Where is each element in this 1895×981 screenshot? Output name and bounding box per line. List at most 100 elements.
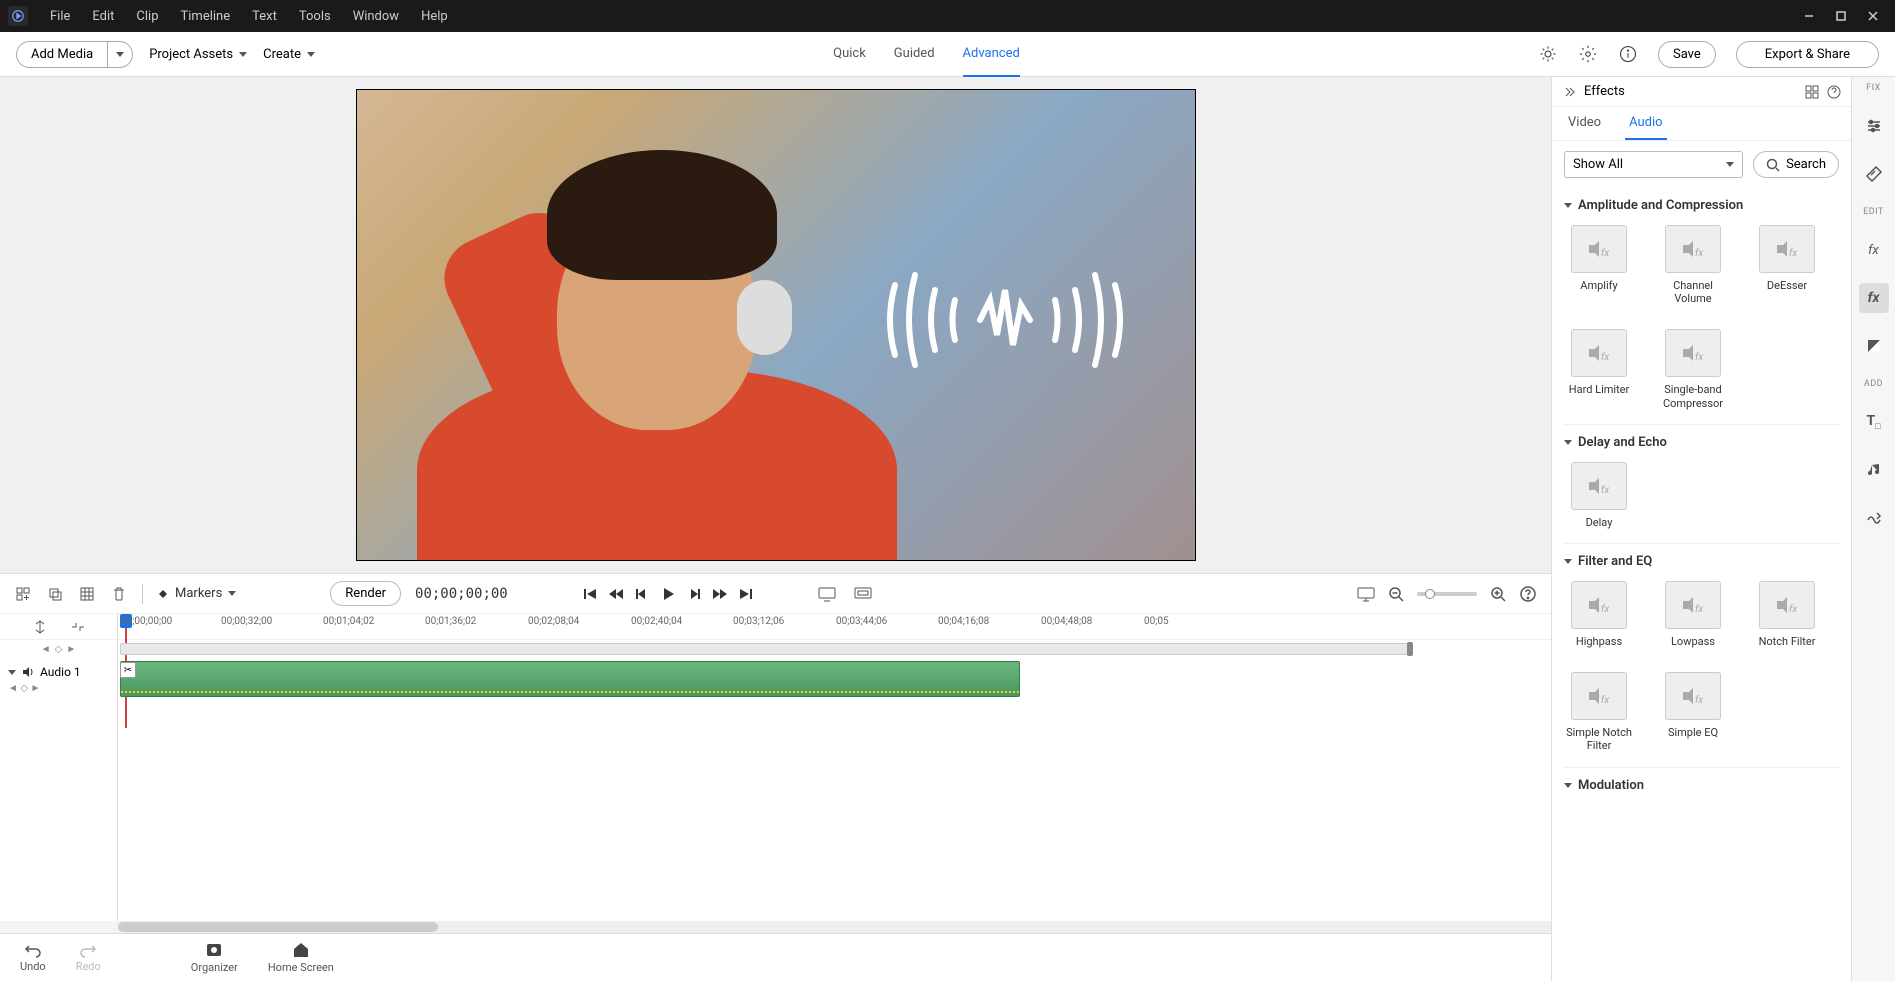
effect-item[interactable]: fxNotch Filter [1752,581,1822,648]
close-button[interactable] [1859,5,1887,27]
track-header-audio1[interactable]: Audio 1 ◄ ◇ ► [0,659,118,921]
render-button[interactable]: Render [330,581,401,606]
track-content-audio1[interactable]: ✂ [118,659,1551,921]
menu-window[interactable]: Window [343,5,409,28]
copy-icon[interactable] [46,585,64,603]
safe-margins-icon[interactable] [854,585,872,603]
effects-tab-video[interactable]: Video [1564,107,1605,140]
rail-tools-icon[interactable] [1859,159,1889,189]
step-back-icon[interactable] [634,586,650,602]
tab-quick[interactable]: Quick [833,32,866,77]
rail-section-edit: EDIT [1863,207,1884,217]
menu-clip[interactable]: Clip [126,5,168,28]
undo-button[interactable]: Undo [20,942,46,973]
search-icon [1766,158,1780,172]
clip-cut-icon[interactable]: ✂ [120,662,136,678]
settings-icon[interactable] [1578,44,1598,64]
help-icon[interactable] [1519,585,1537,603]
brightness-icon[interactable] [1538,44,1558,64]
effect-item[interactable]: fxSimple Notch Filter [1564,672,1634,752]
ruler-tick: 00;00;32;00 [221,616,272,627]
fast-forward-icon[interactable] [712,586,728,602]
redo-button[interactable]: Redo [76,942,101,973]
info-icon[interactable] [1618,44,1638,64]
effect-item[interactable]: fxChannel Volume [1658,225,1728,305]
svg-text:fx: fx [1695,351,1703,363]
timecode-display[interactable]: 00;00;00;00 [415,586,508,602]
effect-item[interactable]: fxAmplify [1564,225,1634,305]
markers-dropdown[interactable]: Markers [157,586,236,601]
maximize-button[interactable] [1827,5,1855,27]
zoom-in-icon[interactable] [1489,585,1507,603]
rail-music-icon[interactable] [1859,455,1889,485]
rail-color-icon[interactable] [1859,331,1889,361]
chevron-down-icon [239,52,247,57]
effect-item[interactable]: fxLowpass [1658,581,1728,648]
add-track-icon[interactable] [14,585,32,603]
monitor-icon[interactable] [818,585,836,603]
effects-tab-audio[interactable]: Audio [1625,107,1666,140]
project-assets-dropdown[interactable]: Project Assets [149,47,247,62]
rail-titles-icon[interactable]: T□ [1859,407,1889,437]
menu-text[interactable]: Text [242,5,287,28]
menu-file[interactable]: File [40,5,80,28]
rail-effects-icon[interactable]: fx [1859,283,1889,313]
grid-view-icon[interactable] [1805,85,1819,99]
zoom-slider[interactable] [1417,592,1477,596]
minimize-button[interactable] [1795,5,1823,27]
timeline-h-scrollbar[interactable] [0,921,1551,933]
create-dropdown[interactable]: Create [263,47,315,62]
svg-text:fx: fx [1601,351,1609,363]
fit-screen-icon[interactable] [1357,585,1375,603]
svg-text:fx: fx [1601,247,1609,259]
svg-text:fx: fx [1695,694,1703,706]
grid-icon[interactable] [78,585,96,603]
menu-tools[interactable]: Tools [289,5,341,28]
add-media-button[interactable]: Add Media [16,41,107,68]
tab-guided[interactable]: Guided [894,32,935,77]
effect-category-header[interactable]: Filter and EQ [1564,544,1839,577]
effect-category-header[interactable]: Modulation [1564,768,1839,801]
timeline-navigator-bar[interactable] [118,640,1551,659]
selection-tool-icon[interactable] [69,618,87,636]
effect-item[interactable]: fxDeEsser [1752,225,1822,305]
effects-filter-select[interactable]: Show All [1564,151,1743,178]
play-icon[interactable] [660,586,676,602]
rewind-icon[interactable] [608,586,624,602]
effect-item[interactable]: fxDelay [1564,462,1634,529]
audio-clip[interactable]: ✂ [120,661,1020,697]
collapse-icon[interactable] [1562,85,1576,99]
timeline-navigator: ◄◇► [0,639,1551,659]
save-button[interactable]: Save [1658,41,1716,68]
effect-item[interactable]: fxHard Limiter [1564,329,1634,409]
effects-search-button[interactable]: Search [1753,151,1839,178]
rail-adjustments-icon[interactable] [1859,111,1889,141]
effect-category-header[interactable]: Amplitude and Compression [1564,188,1839,221]
goto-start-icon[interactable] [582,586,598,602]
menu-help[interactable]: Help [411,5,458,28]
video-preview[interactable] [356,89,1196,561]
step-forward-icon[interactable] [686,586,702,602]
snap-icon[interactable] [31,618,49,636]
effects-panel: Effects Video Audio Show All Search Ampl… [1551,77,1851,981]
zoom-out-icon[interactable] [1387,585,1405,603]
menu-edit[interactable]: Edit [82,5,124,28]
effect-thumb: fx [1665,225,1721,273]
effect-item[interactable]: fxSingle-band Compressor [1658,329,1728,409]
menu-timeline[interactable]: Timeline [171,5,241,28]
export-share-button[interactable]: Export & Share [1736,41,1879,68]
panel-help-icon[interactable] [1827,85,1841,99]
effect-item[interactable]: fxHighpass [1564,581,1634,648]
delete-icon[interactable] [110,585,128,603]
rail-graphics-icon[interactable] [1859,503,1889,533]
tab-advanced[interactable]: Advanced [963,32,1020,77]
effect-category-header[interactable]: Delay and Echo [1564,425,1839,458]
organizer-button[interactable]: Organizer [191,941,238,974]
effect-item[interactable]: fxSimple EQ [1658,672,1728,752]
home-screen-button[interactable]: Home Screen [268,941,334,974]
ruler-area[interactable]: 00;00;00;0000;00;32;0000;01;04;0200;01;3… [118,614,1551,639]
goto-end-icon[interactable] [738,586,754,602]
add-media-dropdown[interactable] [107,41,133,68]
chevron-down-icon [1726,162,1734,167]
rail-fx-text-icon[interactable]: fx [1859,235,1889,265]
